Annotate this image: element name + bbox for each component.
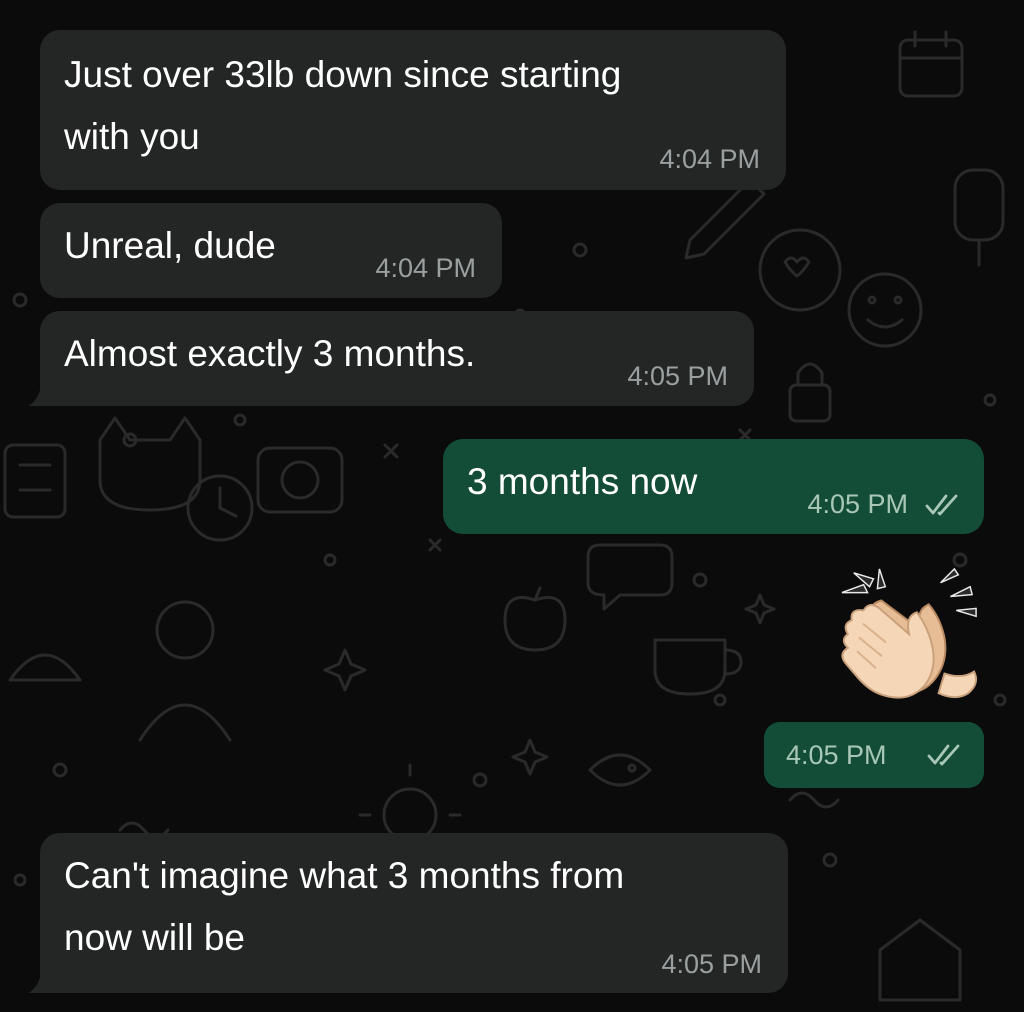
message-text: Just over 33lb down since starting bbox=[64, 54, 622, 95]
message-timestamp: 4:05 PM bbox=[627, 361, 728, 391]
read-receipt-icon bbox=[925, 494, 958, 516]
message-timestamp: 4:05 PM bbox=[807, 489, 908, 519]
message-text: Almost exactly 3 months. bbox=[64, 333, 476, 374]
outgoing-message[interactable]: 4:05 PM bbox=[764, 722, 984, 788]
incoming-message[interactable]: Unreal, dude 4:04 PM bbox=[40, 203, 502, 298]
clapping-hands-icon[interactable] bbox=[834, 562, 982, 712]
bubble-tail bbox=[28, 967, 56, 993]
bubble-tail bbox=[28, 380, 56, 406]
incoming-message[interactable]: Can't imagine what 3 months from now wil… bbox=[28, 833, 788, 993]
message-timestamp: 4:04 PM bbox=[659, 144, 760, 174]
read-receipt-icon bbox=[927, 744, 960, 766]
message-text: with you bbox=[64, 116, 200, 157]
message-timestamp: 4:05 PM bbox=[661, 949, 762, 979]
message-text: 3 months now bbox=[467, 461, 698, 502]
incoming-message[interactable]: Just over 33lb down since starting with … bbox=[40, 30, 786, 190]
outgoing-message[interactable]: 3 months now 4:05 PM bbox=[443, 439, 984, 534]
message-text: Can't imagine what 3 months from bbox=[64, 855, 625, 896]
message-timestamp: 4:05 PM bbox=[786, 740, 887, 770]
message-text: now will be bbox=[64, 917, 245, 958]
message-timestamp: 4:04 PM bbox=[375, 253, 476, 283]
incoming-message[interactable]: Almost exactly 3 months. 4:05 PM bbox=[28, 311, 754, 406]
message-text: Unreal, dude bbox=[64, 225, 276, 266]
